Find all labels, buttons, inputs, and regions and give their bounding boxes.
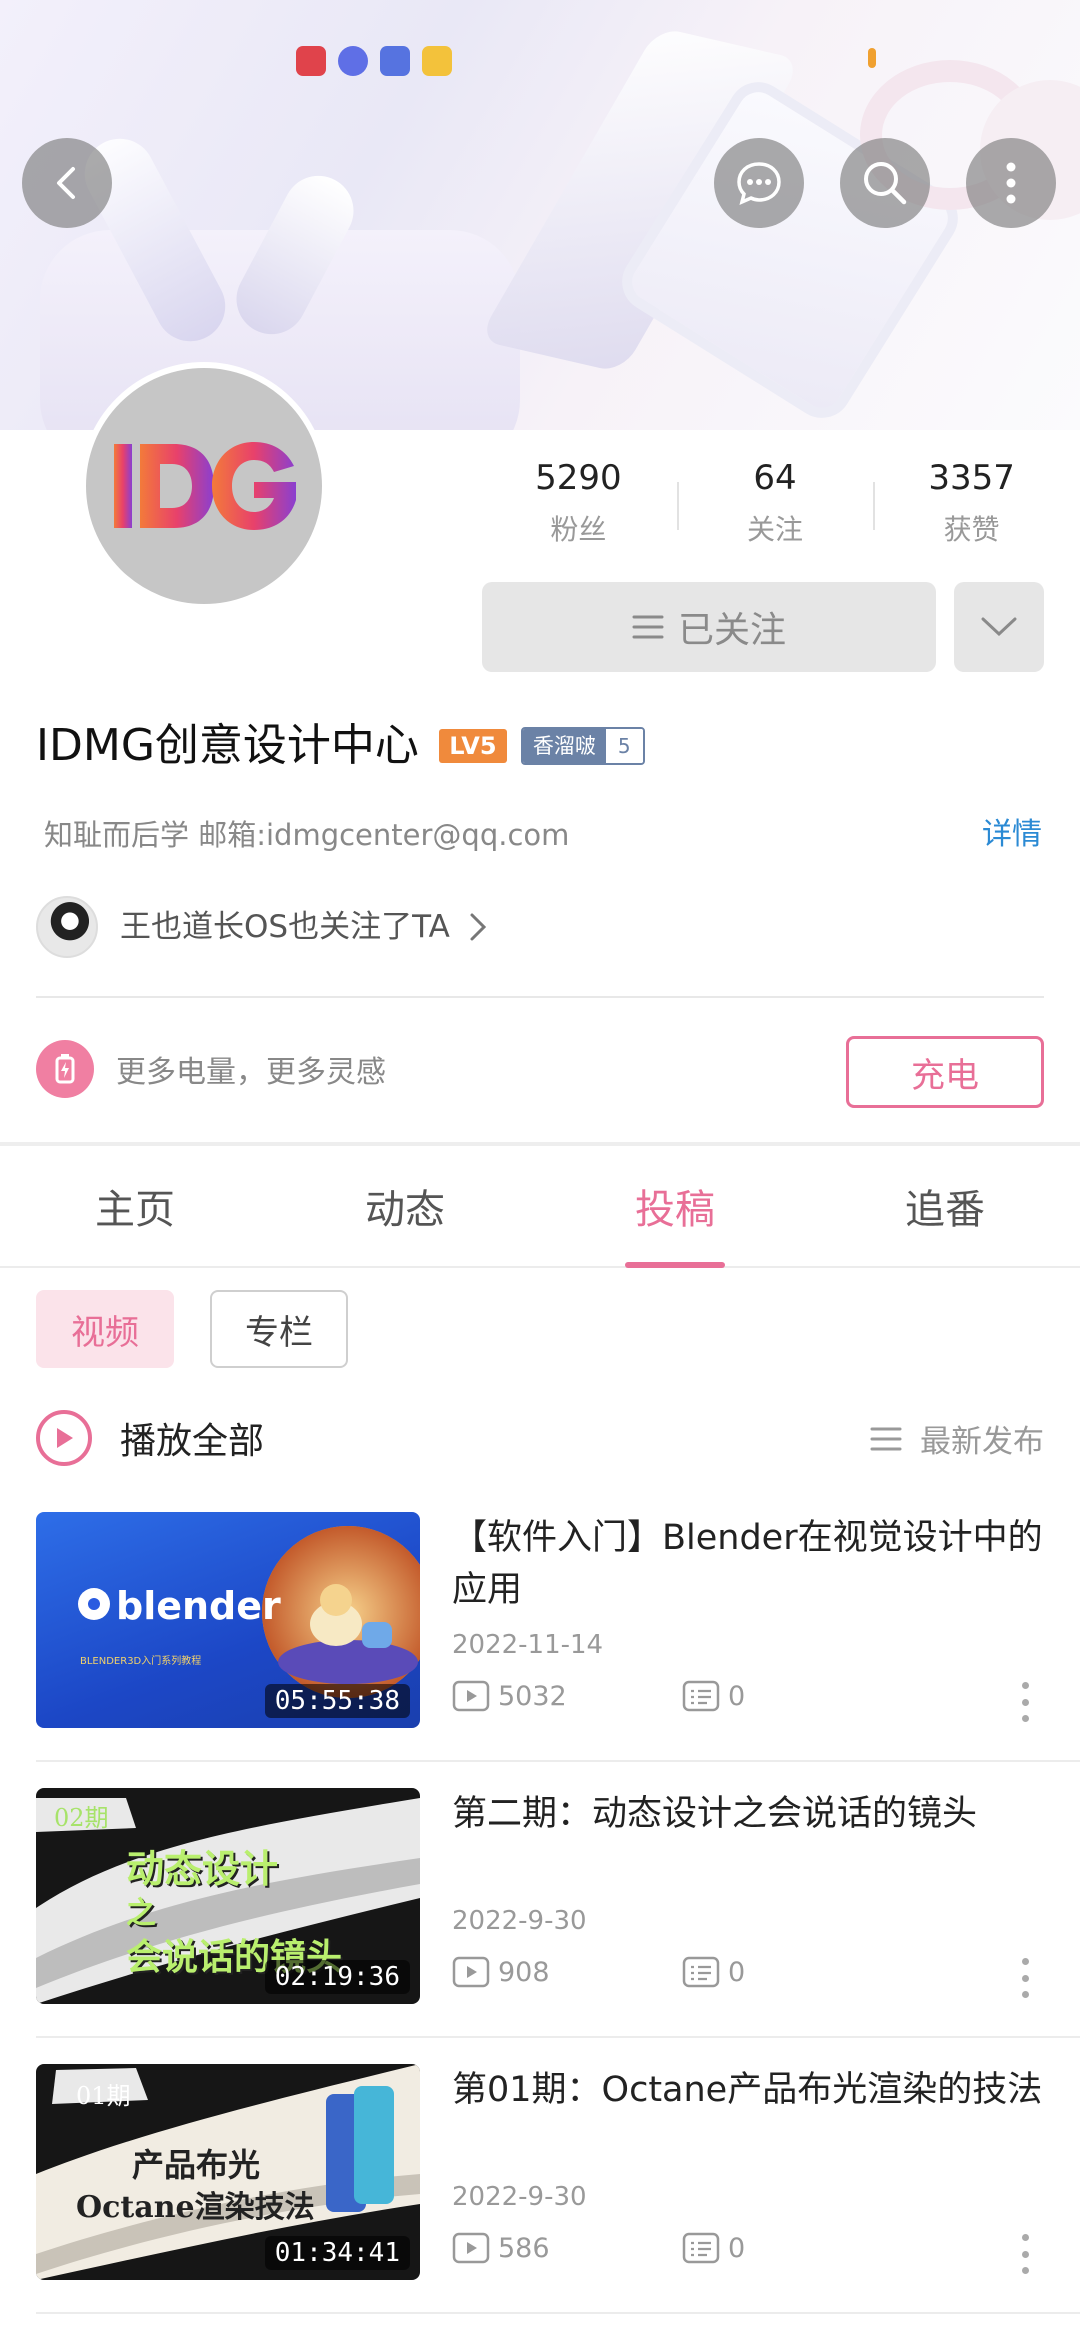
status-bar-icons — [296, 46, 452, 76]
video-date: 2022-9-30 — [452, 2182, 587, 2212]
thumbnail-brand: blender — [116, 1584, 281, 1628]
back-button[interactable] — [22, 138, 112, 228]
tab-submissions[interactable]: 投稿 — [540, 1146, 810, 1266]
divider — [36, 996, 1044, 998]
video-more-icon[interactable] — [1020, 1958, 1030, 1998]
comment-count-icon — [682, 1956, 720, 1988]
thumbnail-tag: 01期 — [76, 2082, 131, 2110]
play-count-icon — [452, 2232, 490, 2264]
stat-fans[interactable]: 5290 粉丝 — [480, 454, 677, 554]
back-arrow-icon — [57, 167, 75, 199]
play-icon — [36, 1410, 92, 1466]
view-count: 5032 — [498, 1680, 567, 1712]
level-badge: LV5 — [438, 729, 507, 763]
chevron-right-icon — [470, 913, 486, 941]
message-icon — [737, 162, 781, 206]
video-meta: 5032 0 — [452, 1680, 745, 1712]
thumbnail-subtitle: BLENDER3D入门系列教程 — [80, 1656, 202, 1667]
sort-lines-icon — [870, 1427, 902, 1450]
avatar[interactable] — [80, 362, 328, 610]
play-all-label: 播放全部 — [120, 1421, 265, 1462]
video-item[interactable]: 02期 动态设计 之 会说话的镜头 02:19:36 第二期：动态设计之会说话的… — [0, 1788, 1080, 2038]
view-count: 586 — [498, 2232, 550, 2264]
menu-lines-icon — [632, 615, 664, 639]
tab-dynamics[interactable]: 动态 — [270, 1146, 540, 1266]
more-vertical-icon — [1006, 162, 1016, 204]
video-more-icon[interactable] — [1020, 2234, 1030, 2274]
stat-value: 5290 — [535, 458, 622, 498]
mutual-follower-text: 王也道长OS也关注了TA — [120, 909, 450, 945]
profile-stats: 5290 粉丝 64 关注 3357 获赞 — [480, 454, 1070, 554]
charge-text: 更多电量，更多灵感 — [116, 1055, 386, 1090]
video-title: 第01期：Octane产品布光渲染的技法 — [452, 2070, 1043, 2110]
search-icon — [864, 162, 907, 205]
more-button[interactable] — [966, 138, 1056, 228]
search-button[interactable] — [840, 138, 930, 228]
play-count-icon — [452, 1956, 490, 1988]
video-date: 2022-11-14 — [452, 1630, 604, 1660]
video-item[interactable]: 01期 产品布光 Octane渲染技法 01:34:41 第01期：Octane… — [0, 2064, 1080, 2314]
view-count: 908 — [498, 1956, 550, 1988]
message-button[interactable] — [714, 138, 804, 228]
followed-label: 已关注 — [677, 610, 786, 651]
stat-label: 关注 — [747, 513, 804, 546]
thumbnail-line: 产品布光 — [132, 2146, 261, 2184]
video-meta: 908 0 — [452, 1956, 745, 1988]
video-date: 2022-9-30 — [452, 1906, 587, 1936]
profile-tabs: 主页 动态 投稿 追番 — [0, 1146, 1080, 1268]
video-title: 【软件入门】Blender在视觉设计中的应用 — [452, 1518, 1043, 1610]
sort-button[interactable]: 最新发布 — [870, 1416, 1044, 1461]
tab-home[interactable]: 主页 — [0, 1146, 270, 1266]
video-thumbnail[interactable]: 01期 产品布光 Octane渲染技法 01:34:41 — [36, 2064, 420, 2280]
battery-charge-icon — [36, 1040, 94, 1098]
tab-bangumi[interactable]: 追番 — [810, 1146, 1080, 1266]
stat-likes[interactable]: 3357 获赞 — [873, 454, 1070, 554]
video-meta: 586 0 — [452, 2232, 745, 2264]
stat-label: 粉丝 — [550, 513, 607, 546]
user-name: IDMG创意设计中心 — [36, 720, 419, 771]
medal-level: 5 — [605, 729, 643, 763]
thumbnail-line: Octane渲染技法 — [76, 2190, 315, 2225]
thumbnail-line: 动态设计 — [126, 1846, 279, 1891]
comment-count: 0 — [728, 1956, 746, 1988]
recommend-dropdown-button[interactable] — [954, 582, 1044, 672]
video-duration: 01:34:41 — [264, 2236, 410, 2270]
comment-count: 0 — [728, 2232, 746, 2264]
profile-page: 5290 粉丝 64 关注 3357 获赞 已关注 IDMG创意设计中心 LV5… — [0, 0, 1080, 2340]
stat-value: 64 — [753, 458, 797, 498]
comment-count-icon — [682, 2232, 720, 2264]
medal-name: 香溜啵 — [522, 729, 606, 763]
user-bio: 知耻而后学 邮箱:idmgcenter@qq.com — [44, 818, 570, 852]
idmg-logo-icon — [114, 442, 296, 530]
comment-count-icon — [682, 1680, 720, 1712]
chip-video[interactable]: 视频 — [36, 1290, 174, 1368]
detail-link[interactable]: 详情 — [982, 815, 1042, 855]
name-row: IDMG创意设计中心 LV5 香溜啵 5 — [36, 716, 645, 776]
charge-button[interactable]: 充电 — [846, 1036, 1044, 1108]
thumbnail-line: 之 — [126, 1896, 156, 1931]
video-title: 第二期：动态设计之会说话的镜头 — [452, 1794, 978, 1834]
video-item[interactable]: blender BLENDER3D入门系列教程 05:55:38 【软件入门】B… — [0, 1512, 1080, 1762]
charge-row: 更多电量，更多灵感 — [36, 1040, 386, 1098]
video-duration: 02:19:36 — [264, 1960, 410, 1994]
video-duration: 05:55:38 — [264, 1684, 410, 1718]
play-count-icon — [452, 1680, 490, 1712]
play-all-button[interactable]: 播放全部 — [36, 1410, 264, 1466]
followed-button[interactable]: 已关注 — [482, 582, 936, 672]
stat-following[interactable]: 64 关注 — [676, 454, 874, 554]
video-more-icon[interactable] — [1020, 1682, 1030, 1722]
chevron-down-icon — [981, 617, 1017, 637]
mutual-follower-avatar — [36, 896, 98, 958]
sort-label: 最新发布 — [920, 1424, 1044, 1460]
stat-label: 获赞 — [943, 513, 1000, 546]
mutual-follower-row[interactable]: 王也道长OS也关注了TA — [36, 896, 488, 958]
stat-value: 3357 — [928, 458, 1015, 498]
fan-medal[interactable]: 香溜啵 5 — [520, 727, 645, 765]
video-thumbnail[interactable]: blender BLENDER3D入门系列教程 05:55:38 — [36, 1512, 420, 1728]
video-thumbnail[interactable]: 02期 动态设计 之 会说话的镜头 02:19:36 — [36, 1788, 420, 2004]
comment-count: 0 — [728, 1680, 746, 1712]
chip-column[interactable]: 专栏 — [210, 1290, 348, 1368]
thumbnail-tag: 02期 — [54, 1804, 109, 1832]
profile-banner — [0, 0, 1080, 430]
